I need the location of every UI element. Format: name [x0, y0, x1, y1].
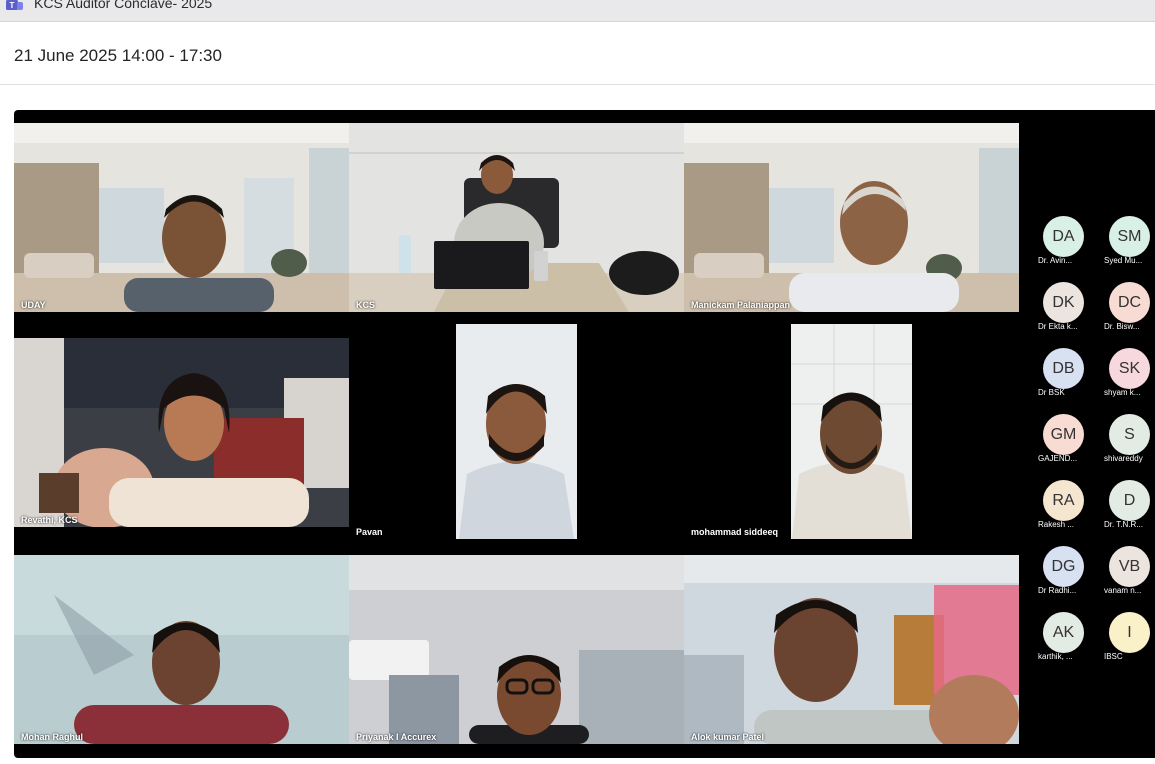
- participant-name-label: Mohan Raghul: [21, 732, 83, 742]
- avatar: I: [1109, 612, 1150, 653]
- avatar: DG: [1043, 546, 1084, 587]
- participant-avatar-item[interactable]: DA Dr. Avin...: [1038, 216, 1090, 274]
- meeting-time: 21 June 2025 14:00 - 17:30: [14, 46, 222, 65]
- avatar: VB: [1109, 546, 1150, 587]
- participant-roster: DA Dr. Avin... SM Syed Mu... DK Dr Ekta k... D…: [1034, 110, 1155, 758]
- avatar: GM: [1043, 414, 1084, 455]
- participant-avatar-item[interactable]: VB vanam n...: [1104, 546, 1155, 604]
- teams-icon: T: [6, 0, 23, 10]
- participant-name: Rakesh ...: [1038, 520, 1075, 529]
- video-feed-image: [14, 123, 349, 312]
- avatar: SK: [1109, 348, 1150, 389]
- video-feed-image: [14, 338, 349, 527]
- participant-name-label: KCS: [356, 300, 376, 310]
- video-feed-image: [349, 324, 684, 539]
- participant-name: Dr. Bisw...: [1104, 322, 1140, 331]
- participant-name-label: Pavan: [356, 527, 383, 537]
- video-tile-alok[interactable]: Alok kumar Patel: [684, 555, 1019, 744]
- avatar: AK: [1043, 612, 1084, 653]
- participant-avatar-item[interactable]: RA Rakesh ...: [1038, 480, 1090, 538]
- participant-name-label: mohammad siddeeq: [691, 527, 779, 537]
- participant-avatar-item[interactable]: SK shyam k...: [1104, 348, 1155, 406]
- video-feed-image: [349, 555, 684, 744]
- participant-name: Dr. Avin...: [1038, 256, 1073, 265]
- participant-name-label: Manickam Palaniappan: [691, 300, 791, 310]
- participant-name: shyam k...: [1104, 388, 1141, 397]
- avatar: S: [1109, 414, 1150, 455]
- participant-name: Dr Ekta k...: [1038, 322, 1078, 331]
- participant-avatar-item[interactable]: Sshivareddy: [1104, 414, 1155, 472]
- window-title-bar: T KCS Auditor Conclave- 2025: [0, 0, 1155, 22]
- video-feed-image: [684, 123, 1019, 312]
- participant-avatar-item[interactable]: I IBSC: [1104, 612, 1155, 670]
- participant-avatar-item[interactable]: D Dr. T.N.R...: [1104, 480, 1155, 538]
- avatar: DC: [1109, 282, 1150, 323]
- video-tile-pavan[interactable]: Pavan: [349, 324, 684, 539]
- participant-avatar-item[interactable]: AK karthik, ...: [1038, 612, 1090, 670]
- video-feed-image: [349, 123, 684, 312]
- participant-name: GAJEND...: [1038, 454, 1078, 463]
- avatar: RA: [1043, 480, 1084, 521]
- meeting-stage: UDAY KCS Manickam Palaniappan Revathi, K…: [14, 110, 1155, 758]
- video-tile-mohammad[interactable]: mohammad siddeeq: [684, 324, 1019, 539]
- participant-name: Dr BSK: [1038, 388, 1065, 397]
- video-tile-revathi[interactable]: Revathi, KCS: [14, 338, 349, 527]
- participant-name: Dr Radhi...: [1038, 586, 1077, 595]
- avatar: D: [1109, 480, 1150, 521]
- participant-name: Dr. T.N.R...: [1104, 520, 1143, 529]
- video-feed-image: [684, 555, 1019, 744]
- participant-name: shivareddy: [1104, 454, 1143, 463]
- meeting-info-bar: 21 June 2025 14:00 - 17:30: [0, 23, 1155, 85]
- video-feed-image: [684, 324, 1019, 539]
- window-title: KCS Auditor Conclave- 2025: [34, 0, 213, 11]
- participant-name-label: Alok kumar Patel: [691, 732, 765, 742]
- avatar: SM: [1109, 216, 1150, 257]
- participant-avatar-item[interactable]: DK Dr Ekta k...: [1038, 282, 1090, 340]
- participant-avatar-item[interactable]: DG Dr Radhi...: [1038, 546, 1090, 604]
- participant-avatar-item[interactable]: SM Syed Mu...: [1104, 216, 1155, 274]
- participant-avatar-item[interactable]: GM GAJEND...: [1038, 414, 1090, 472]
- video-tile-kcs[interactable]: KCS: [349, 123, 684, 312]
- participant-name: vanam n...: [1104, 586, 1142, 595]
- video-tile-priyanak[interactable]: Priyanak I Accurex: [349, 555, 684, 744]
- participant-name: karthik, ...: [1038, 652, 1073, 661]
- svg-text:T: T: [10, 1, 15, 10]
- participant-name-label: UDAY: [21, 300, 46, 310]
- participant-name-label: Revathi, KCS: [21, 515, 78, 525]
- video-tile-manickam[interactable]: Manickam Palaniappan: [684, 123, 1019, 312]
- participant-name-label: Priyanak I Accurex: [356, 732, 437, 742]
- participant-avatar-item[interactable]: DB Dr BSK: [1038, 348, 1090, 406]
- participant-avatar-item[interactable]: DC Dr. Bisw...: [1104, 282, 1155, 340]
- avatar: DA: [1043, 216, 1084, 257]
- video-tile-mohan[interactable]: Mohan Raghul: [14, 555, 349, 744]
- avatar: DK: [1043, 282, 1084, 323]
- video-tile-uday[interactable]: UDAY: [14, 123, 349, 312]
- avatar: DB: [1043, 348, 1084, 389]
- video-feed-image: [14, 555, 349, 744]
- participant-name: Syed Mu...: [1104, 256, 1143, 265]
- participant-name: IBSC: [1104, 652, 1123, 661]
